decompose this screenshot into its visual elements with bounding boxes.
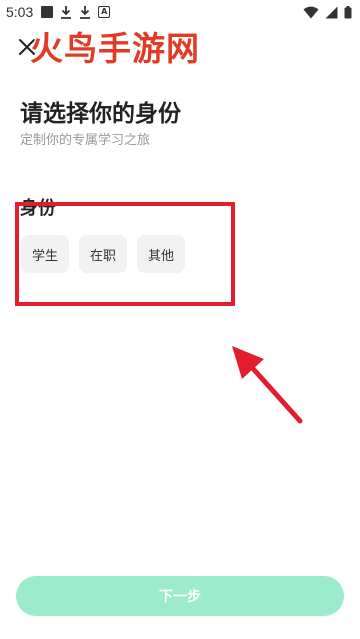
page-subtitle: 定制你的专属学习之旅 — [20, 133, 151, 148]
identity-selection-screen: 5:03 A 火鸟手游网 请选择你的身份 定制你的专属学习之旅 身份 学生 在职… — [0, 0, 360, 639]
status-icons-right — [303, 5, 352, 19]
next-step-button[interactable]: 下一步 — [16, 576, 344, 616]
status-time: 5:03 — [6, 4, 34, 20]
square-notification-icon — [41, 6, 54, 18]
download-icon — [80, 6, 91, 19]
signal-icon — [325, 6, 338, 18]
status-icons-left: A — [41, 5, 111, 19]
status-bar: 5:03 A — [0, 0, 360, 24]
page-title: 请选择你的身份 — [20, 101, 181, 127]
annotation-highlight-box — [15, 202, 235, 306]
a-box-icon: A — [98, 6, 111, 18]
download-icon — [61, 6, 72, 19]
wifi-icon — [303, 6, 319, 19]
annotation-arrow-icon — [232, 346, 303, 424]
watermark-logo: 火鸟手游网 — [30, 29, 200, 68]
battery-icon — [344, 5, 352, 18]
